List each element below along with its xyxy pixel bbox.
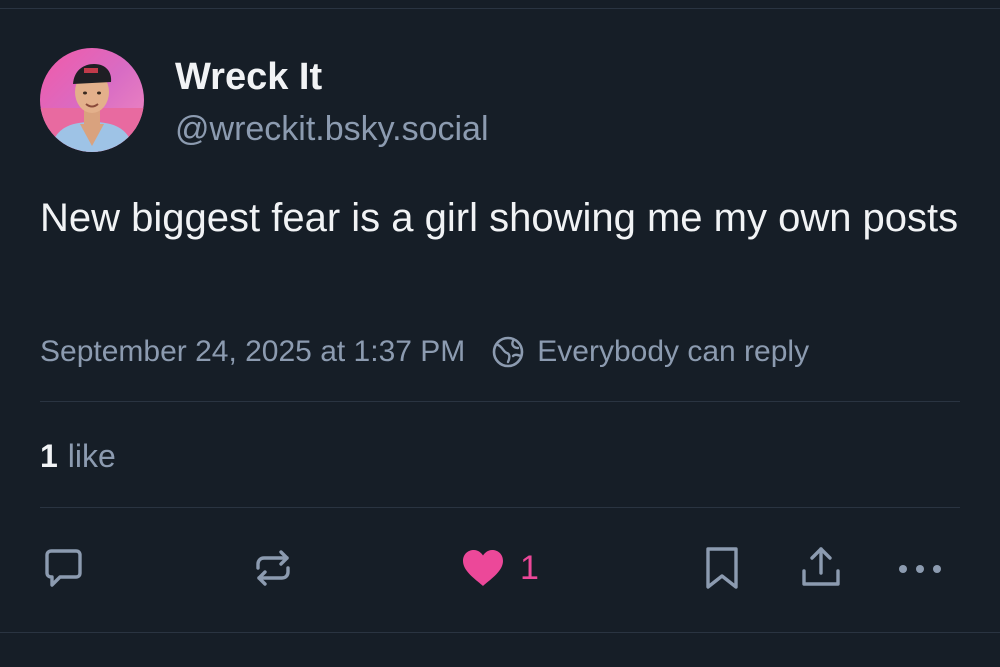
avatar[interactable] (40, 48, 144, 152)
repost-button[interactable] (248, 542, 298, 594)
repost-icon (256, 550, 290, 586)
bookmark-button[interactable] (702, 542, 742, 594)
divider (40, 507, 960, 508)
post-meta: September 24, 2025 at 1:37 PM Everybody … (40, 330, 809, 374)
profile-photo-icon (40, 48, 144, 152)
reply-button[interactable] (38, 542, 88, 594)
bookmark-icon (706, 547, 738, 589)
bottom-divider (0, 632, 1000, 633)
like-button-count: 1 (520, 548, 539, 587)
likes-label: like (67, 437, 116, 474)
like-button[interactable]: 1 (458, 542, 539, 594)
reply-setting-label: Everybody can reply (537, 335, 810, 368)
post-text: New biggest fear is a girl showing me my… (40, 196, 959, 240)
globe-icon (492, 336, 524, 368)
share-button[interactable] (796, 542, 846, 594)
post-thread-view: Wreck It @wreckit.bsky.social New bigges… (0, 0, 1000, 667)
more-options-button[interactable] (893, 542, 949, 594)
divider (40, 401, 960, 402)
likes-summary[interactable]: 1 like (40, 434, 116, 478)
top-divider (0, 8, 1000, 9)
more-icon (899, 565, 941, 573)
heart-icon (463, 550, 503, 586)
reply-icon (45, 549, 82, 587)
share-icon (802, 547, 840, 586)
author-display-name[interactable]: Wreck It (175, 54, 322, 100)
post-timestamp[interactable]: September 24, 2025 at 1:37 PM (40, 335, 465, 369)
reply-setting[interactable]: Everybody can reply (491, 335, 809, 369)
author-handle[interactable]: @wreckit.bsky.social (175, 107, 489, 151)
likes-count: 1 (40, 437, 58, 474)
